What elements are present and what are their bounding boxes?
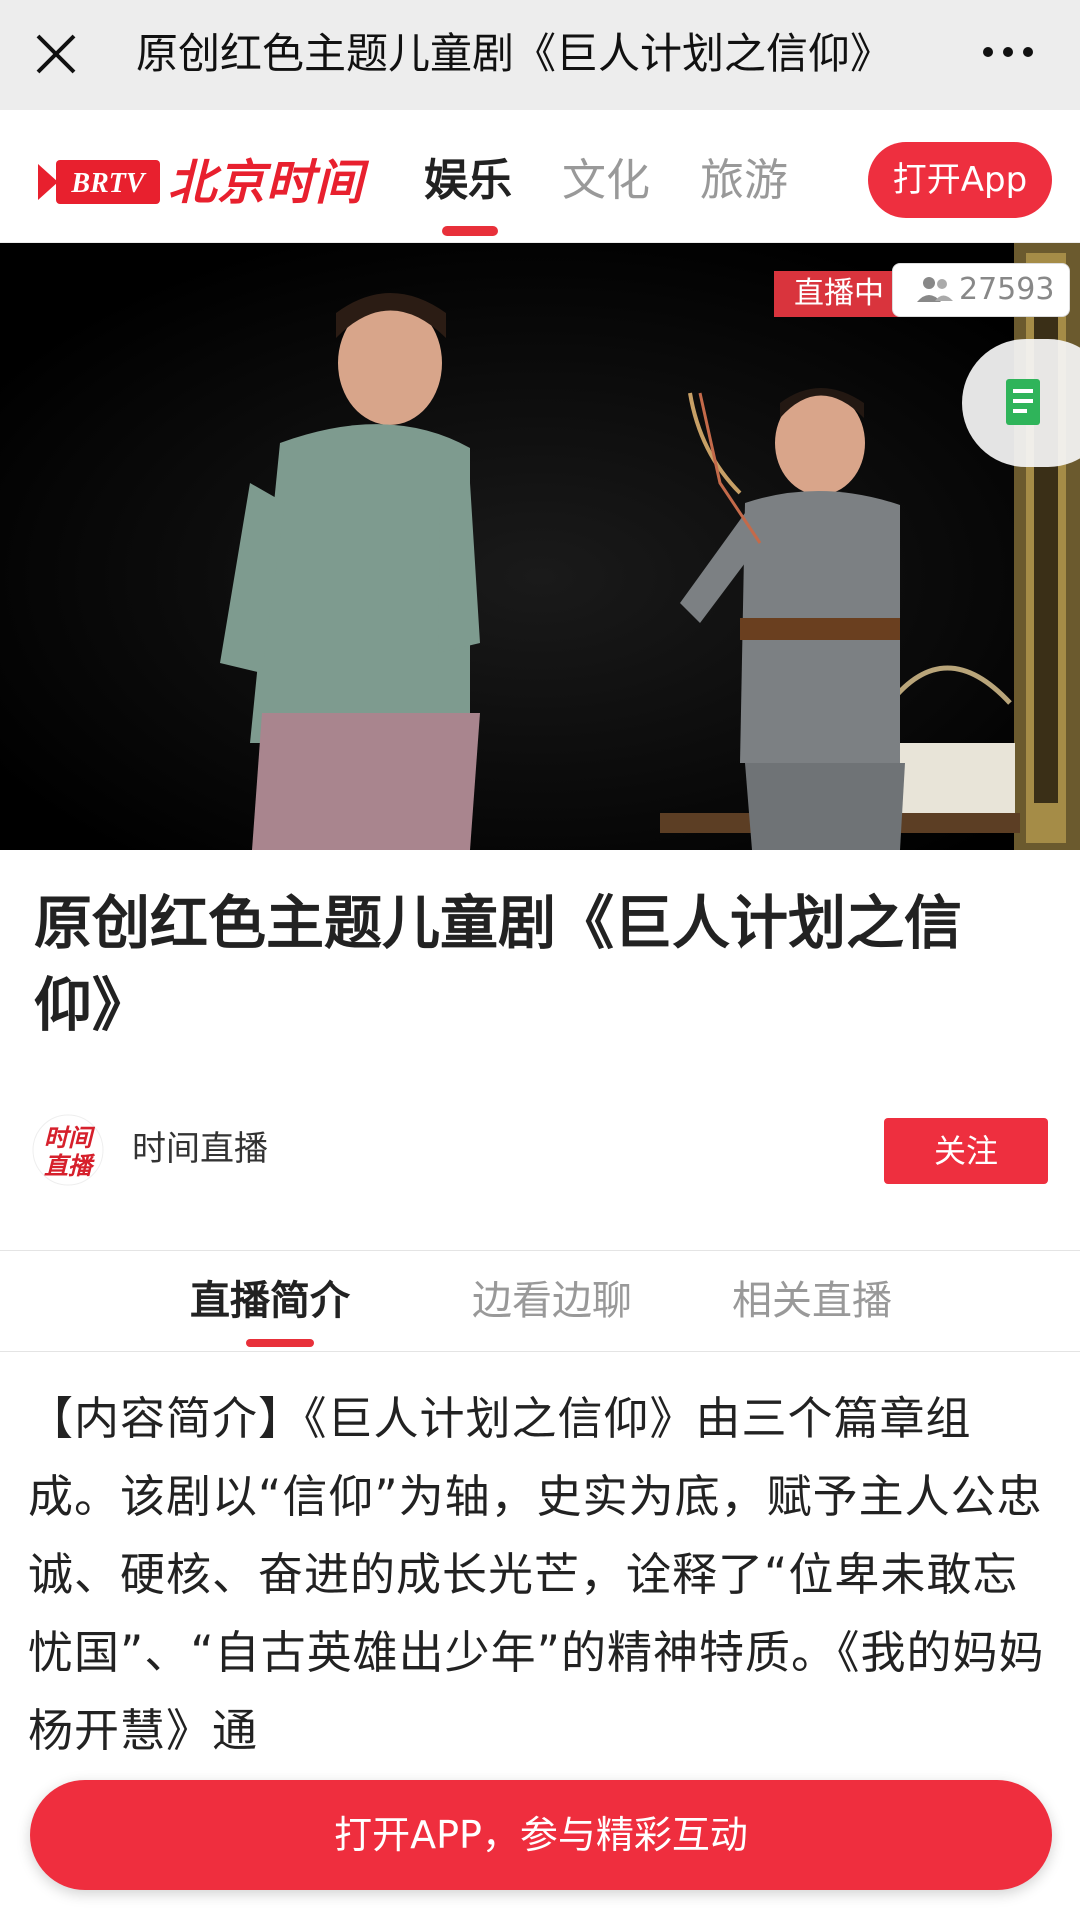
people-icon — [917, 277, 953, 302]
viewer-count-badge: 27593 — [892, 263, 1070, 317]
nav-active-indicator — [442, 226, 498, 236]
nav-tab-culture[interactable]: 文化 — [562, 150, 650, 212]
author-avatar[interactable]: 时间 直播 — [32, 1114, 104, 1186]
webview-title: 原创红色主题儿童剧《巨人计划之信仰》 — [136, 29, 893, 78]
tab-related-live[interactable]: 相关直播 — [732, 1273, 892, 1329]
svg-text:BRTV: BRTV — [70, 168, 146, 199]
live-intro-text: 【内容简介】《巨人计划之信仰》由三个篇章组成。该剧以“信仰”为轴，史实为底，赋予… — [28, 1392, 1045, 1757]
open-app-button[interactable]: 打开App — [868, 142, 1052, 218]
site-header: BRTV 北京时间 娱乐 文化 旅游 打开App — [0, 110, 1080, 243]
tab-watch-chat[interactable]: 边看边聊 — [472, 1273, 632, 1329]
video-frame-image — [0, 243, 1080, 850]
nav-tab-entertainment[interactable]: 娱乐 — [424, 150, 512, 212]
webview-titlebar: 原创红色主题儿童剧《巨人计划之信仰》 — [0, 0, 1080, 111]
brtv-badge-icon: BRTV — [38, 160, 160, 204]
live-status-badge: 直播中 — [774, 271, 904, 317]
side-document-button[interactable] — [962, 339, 1080, 467]
author-logo-icon: 时间 直播 — [32, 1114, 104, 1186]
open-app-interact-button[interactable]: 打开APP，参与精彩互动 — [30, 1780, 1052, 1890]
follow-button[interactable]: 关注 — [884, 1118, 1048, 1184]
close-icon[interactable] — [26, 24, 86, 84]
nav-tab-travel[interactable]: 旅游 — [700, 150, 788, 212]
svg-text:时间: 时间 — [44, 1124, 96, 1152]
more-icon[interactable] — [974, 30, 1044, 80]
content-tab-bar: 直播简介 边看边聊 相关直播 — [0, 1250, 1080, 1352]
viewer-count: 27593 — [959, 272, 1055, 307]
tab-live-intro[interactable]: 直播简介 — [190, 1273, 350, 1329]
author-row: 时间 直播 时间直播 关注 — [0, 1110, 1080, 1194]
svg-text:直播: 直播 — [44, 1152, 96, 1180]
article-title: 原创红色主题儿童剧《巨人计划之信仰》 — [34, 889, 963, 1039]
content-tab-active-indicator — [246, 1339, 314, 1347]
document-icon — [1006, 379, 1040, 425]
live-video-player[interactable]: 直播中 27593 — [0, 243, 1080, 850]
brtv-logo[interactable]: BRTV 北京时间 — [38, 148, 378, 218]
author-name[interactable]: 时间直播 — [132, 1124, 268, 1174]
logo-brand-text: 北京时间 — [168, 155, 365, 211]
